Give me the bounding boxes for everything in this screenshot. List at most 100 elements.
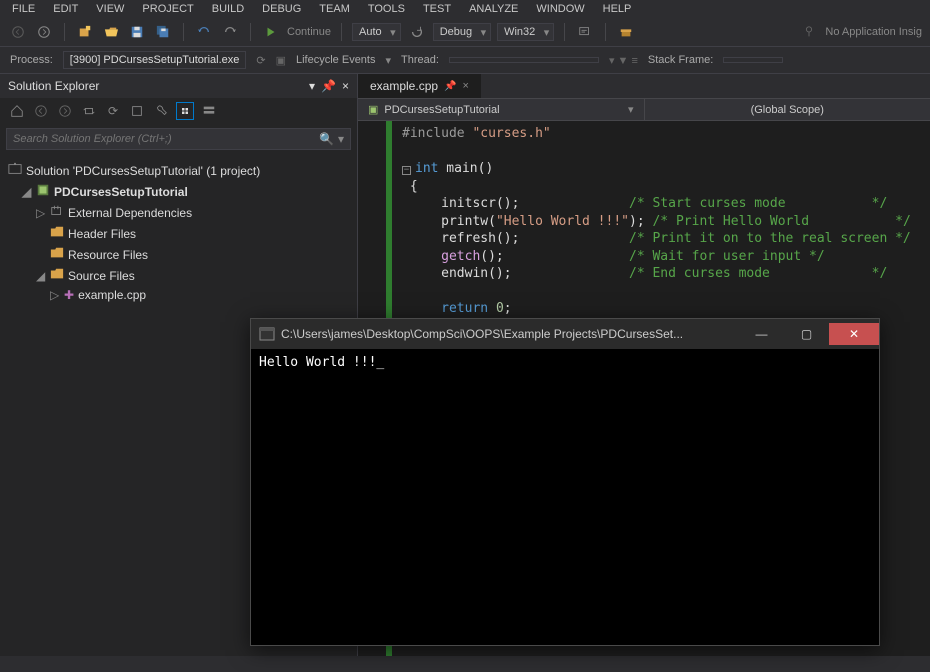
back-nav-icon[interactable]: [32, 102, 50, 120]
toolbox-icon[interactable]: [616, 22, 636, 42]
close-button[interactable]: ✕: [829, 323, 879, 345]
platform-combo[interactable]: Win32: [497, 23, 554, 41]
console-text: Hello World !!!: [259, 355, 384, 370]
solution-config-combo[interactable]: Debug: [433, 23, 491, 41]
search-icon[interactable]: 🔍: [319, 132, 334, 146]
collapse-icon[interactable]: [128, 102, 146, 120]
resource-files-label: Resource Files: [68, 248, 148, 262]
lifecycle-icon[interactable]: ▣: [276, 54, 286, 67]
menu-item-debug[interactable]: DEBUG: [262, 3, 301, 15]
menu-item-file[interactable]: FILE: [12, 3, 35, 15]
menu-item-team[interactable]: TEAM: [319, 3, 350, 15]
menu-item-view[interactable]: VIEW: [96, 3, 124, 15]
cpp-file-icon: ✚: [64, 288, 74, 302]
refresh-process-icon[interactable]: ⟳: [256, 54, 265, 67]
separator: [183, 23, 184, 41]
editor-tab[interactable]: example.cpp 📌 ×: [358, 74, 482, 98]
menu-item-test[interactable]: TEST: [423, 3, 451, 15]
find-icon[interactable]: [575, 22, 595, 42]
redo-icon[interactable]: [220, 22, 240, 42]
menu-item-analyze[interactable]: ANALYZE: [469, 3, 518, 15]
source-files-label: Source Files: [68, 269, 135, 283]
refresh-tree-icon[interactable]: ⟳: [104, 102, 122, 120]
sync-icon[interactable]: [80, 102, 98, 120]
main-toolbar: Continue Auto Debug Win32 No Application…: [0, 18, 930, 47]
maximize-button[interactable]: ▢: [784, 323, 829, 345]
tab-label: example.cpp: [370, 79, 438, 93]
solution-explorer-title: Solution Explorer: [8, 79, 99, 93]
menu-item-build[interactable]: BUILD: [212, 3, 244, 15]
expand-arrow-icon[interactable]: ▷: [36, 206, 46, 220]
config-combo[interactable]: Auto: [352, 23, 401, 41]
pin-icon[interactable]: 📌: [444, 81, 456, 92]
solution-icon: [8, 162, 22, 179]
console-output: Hello World !!!: [251, 349, 879, 376]
project-label: PDCursesSetupTutorial: [54, 185, 188, 199]
fwd-nav-icon[interactable]: [56, 102, 74, 120]
separator: [64, 23, 65, 41]
menu-item-edit[interactable]: EDIT: [53, 3, 78, 15]
back-button[interactable]: [8, 22, 28, 42]
separator: [250, 23, 251, 41]
source-files-node[interactable]: ◢ Source Files: [8, 265, 349, 286]
separator: [341, 23, 342, 41]
scope-project[interactable]: ▣ PDCursesSetupTutorial ▾: [358, 99, 645, 120]
menu-item-tools[interactable]: TOOLS: [368, 3, 405, 15]
undo-icon[interactable]: [194, 22, 214, 42]
scope-global[interactable]: (Global Scope): [645, 99, 930, 120]
view-mode-icon[interactable]: [200, 102, 218, 120]
minimize-button[interactable]: —: [739, 323, 784, 345]
app-insights-icon[interactable]: [799, 22, 819, 42]
menu-bar: FILE EDIT VIEW PROJECT BUILD DEBUG TEAM TOOLS TE…: [0, 0, 930, 18]
example-cpp-label: example.cpp: [78, 288, 146, 302]
expand-arrow-icon[interactable]: ▷: [50, 288, 60, 302]
external-deps-node[interactable]: ▷ External Dependencies: [8, 202, 349, 223]
example-cpp-node[interactable]: ▷ ✚ example.cpp: [8, 286, 349, 304]
open-icon[interactable]: [101, 22, 121, 42]
solution-explorer-title-bar: Solution Explorer ▾ 📌 ×: [0, 74, 357, 98]
menu-item-help[interactable]: HELP: [603, 3, 632, 15]
thread-selector[interactable]: [449, 57, 599, 63]
separator: [605, 23, 606, 41]
solution-explorer-toolbar: ⟳: [0, 98, 357, 124]
console-window[interactable]: C:\Users\james\Desktop\CompSci\OOPS\Exam…: [250, 318, 880, 646]
new-project-icon[interactable]: [75, 22, 95, 42]
refresh-icon[interactable]: [407, 22, 427, 42]
folder-icon: [50, 225, 64, 242]
expand-arrow-icon[interactable]: ◢: [22, 185, 32, 199]
pin-icon[interactable]: 📌: [321, 79, 336, 93]
editor-tabbar: example.cpp 📌 ×: [358, 74, 930, 99]
project-icon: [36, 183, 50, 200]
header-files-node[interactable]: Header Files: [8, 223, 349, 244]
continue-label[interactable]: Continue: [287, 26, 331, 38]
save-icon[interactable]: [127, 22, 147, 42]
no-app-insights-label: No Application Insig: [825, 26, 922, 38]
solution-search[interactable]: 🔍 ▾: [6, 128, 351, 150]
close-icon[interactable]: ×: [342, 79, 349, 93]
resource-files-node[interactable]: Resource Files: [8, 244, 349, 265]
properties-icon[interactable]: [152, 102, 170, 120]
stackframe-selector[interactable]: [723, 57, 783, 63]
close-icon[interactable]: ×: [463, 80, 469, 92]
menu-item-window[interactable]: WINDOW: [536, 3, 584, 15]
save-all-icon[interactable]: [153, 22, 173, 42]
cpp-scope-icon: ▣: [368, 103, 378, 116]
folder-icon: [50, 267, 64, 284]
solution-node[interactable]: Solution 'PDCursesSetupTutorial' (1 proj…: [8, 160, 349, 181]
forward-button[interactable]: [34, 22, 54, 42]
dropdown-icon[interactable]: ▾: [309, 79, 315, 93]
solution-search-input[interactable]: [13, 133, 319, 145]
references-icon: [50, 204, 64, 221]
lifecycle-label[interactable]: Lifecycle Events: [296, 54, 375, 66]
console-titlebar[interactable]: C:\Users\james\Desktop\CompSci\OOPS\Exam…: [251, 319, 879, 349]
home-icon[interactable]: [8, 102, 26, 120]
debug-toolbar: Process: [3900] PDCursesSetupTutorial.ex…: [0, 47, 930, 74]
show-all-files-icon[interactable]: [176, 102, 194, 120]
project-node[interactable]: ◢ PDCursesSetupTutorial: [8, 181, 349, 202]
process-selector[interactable]: [3900] PDCursesSetupTutorial.exe: [63, 51, 247, 69]
expand-arrow-icon[interactable]: ◢: [36, 269, 46, 283]
separator: [564, 23, 565, 41]
continue-icon[interactable]: [261, 22, 281, 42]
ext-deps-label: External Dependencies: [68, 206, 192, 220]
menu-item-project[interactable]: PROJECT: [142, 3, 193, 15]
